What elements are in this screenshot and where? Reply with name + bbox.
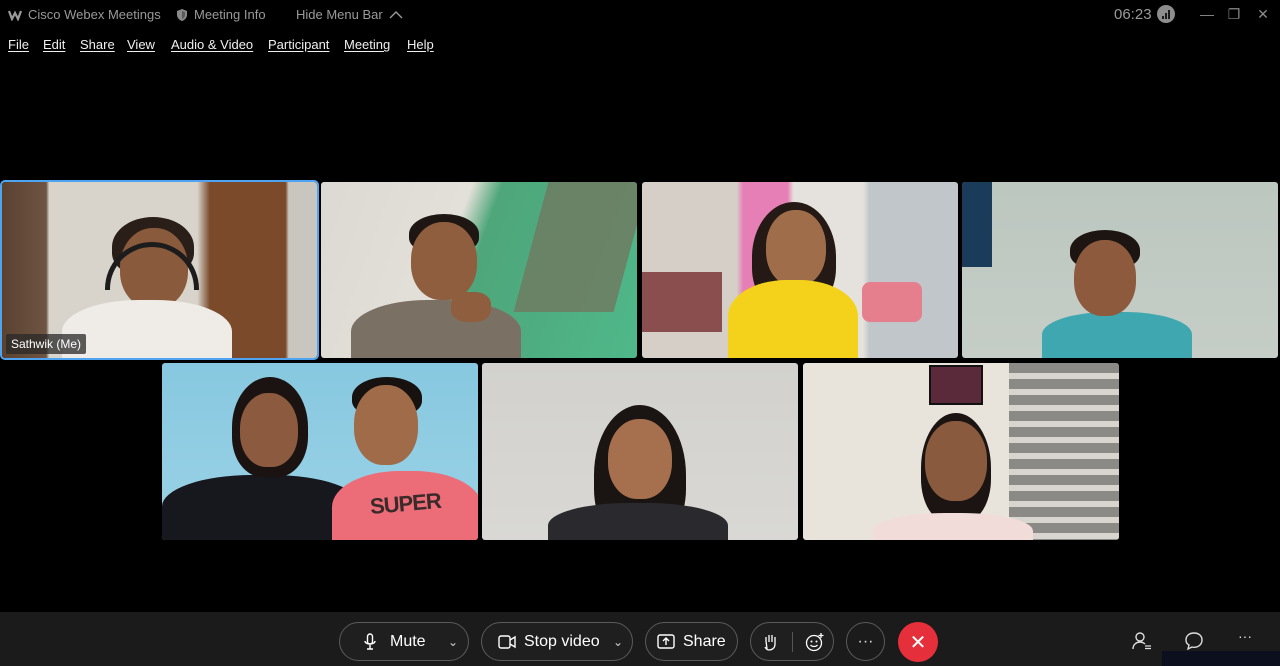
menu-help[interactable]: Help [407, 37, 434, 52]
title-bar: Cisco Webex Meetings Meeting Info Hide M… [0, 0, 1280, 30]
menu-view[interactable]: View [127, 37, 155, 52]
menu-audio-video[interactable]: Audio & Video [171, 37, 253, 52]
hide-menu-label: Hide Menu Bar [296, 7, 383, 22]
microphone-icon [364, 633, 376, 650]
close-icon[interactable]: ✕ [1253, 4, 1273, 24]
restore-icon[interactable]: ❐ [1224, 4, 1244, 24]
reaction-emoji-icon[interactable] [805, 632, 825, 652]
chevron-down-icon[interactable]: ⌄ [613, 635, 623, 649]
video-tile-5[interactable]: SUPER [162, 363, 478, 540]
video-tile-2[interactable] [321, 182, 637, 358]
network-signal-icon[interactable] [1157, 5, 1175, 23]
menu-meeting[interactable]: Meeting [344, 37, 390, 52]
participants-icon[interactable] [1132, 631, 1152, 651]
webex-logo-icon [8, 9, 22, 21]
shield-icon [177, 8, 187, 21]
more-panels-icon[interactable]: ··· [1238, 628, 1252, 644]
meeting-info-label: Meeting Info [194, 7, 266, 22]
chevron-up-icon [389, 10, 403, 18]
meeting-info-button[interactable]: Meeting Info [176, 7, 266, 22]
video-tile-4[interactable] [962, 182, 1278, 358]
close-icon: ✕ [909, 631, 927, 654]
minimize-icon[interactable]: — [1197, 4, 1217, 24]
menu-share[interactable]: Share [80, 37, 115, 52]
self-name-label: Sathwik (Me) [6, 334, 87, 354]
video-tile-self[interactable]: Sathwik (Me) [0, 180, 319, 360]
menu-bar: File Edit Share View Audio & Video Parti… [0, 33, 700, 55]
share-button[interactable]: Share [645, 622, 738, 661]
more-options-icon: ··· [857, 632, 874, 650]
chevron-down-icon[interactable]: ⌄ [448, 635, 458, 649]
meeting-controls: Mute ⌄ Stop video ⌄ Share ··· ✕ ··· [0, 612, 1280, 666]
share-label: Share [683, 632, 726, 650]
more-options-button[interactable]: ··· [846, 622, 885, 661]
reactions-group [750, 622, 834, 661]
video-tile-3[interactable] [642, 182, 958, 358]
menu-file[interactable]: File [8, 37, 29, 52]
share-screen-icon [657, 634, 675, 649]
menu-edit[interactable]: Edit [43, 37, 65, 52]
video-camera-icon [498, 635, 516, 649]
raise-hand-icon[interactable] [763, 633, 779, 651]
mute-label: Mute [390, 632, 426, 650]
video-tile-7[interactable] [803, 363, 1119, 540]
stop-video-label: Stop video [524, 632, 600, 650]
app-title: Cisco Webex Meetings [8, 7, 161, 22]
hide-menu-bar-button[interactable]: Hide Menu Bar [296, 7, 403, 22]
chat-icon[interactable] [1184, 631, 1204, 651]
video-tile-6[interactable] [482, 363, 798, 540]
taskbar-strip [1162, 651, 1280, 666]
mute-button[interactable]: Mute ⌄ [339, 622, 469, 661]
app-name: Cisco Webex Meetings [28, 7, 161, 22]
menu-participant[interactable]: Participant [268, 37, 329, 52]
meeting-clock: 06:23 [1114, 6, 1152, 23]
end-meeting-button[interactable]: ✕ [898, 622, 938, 662]
stop-video-button[interactable]: Stop video ⌄ [481, 622, 633, 661]
